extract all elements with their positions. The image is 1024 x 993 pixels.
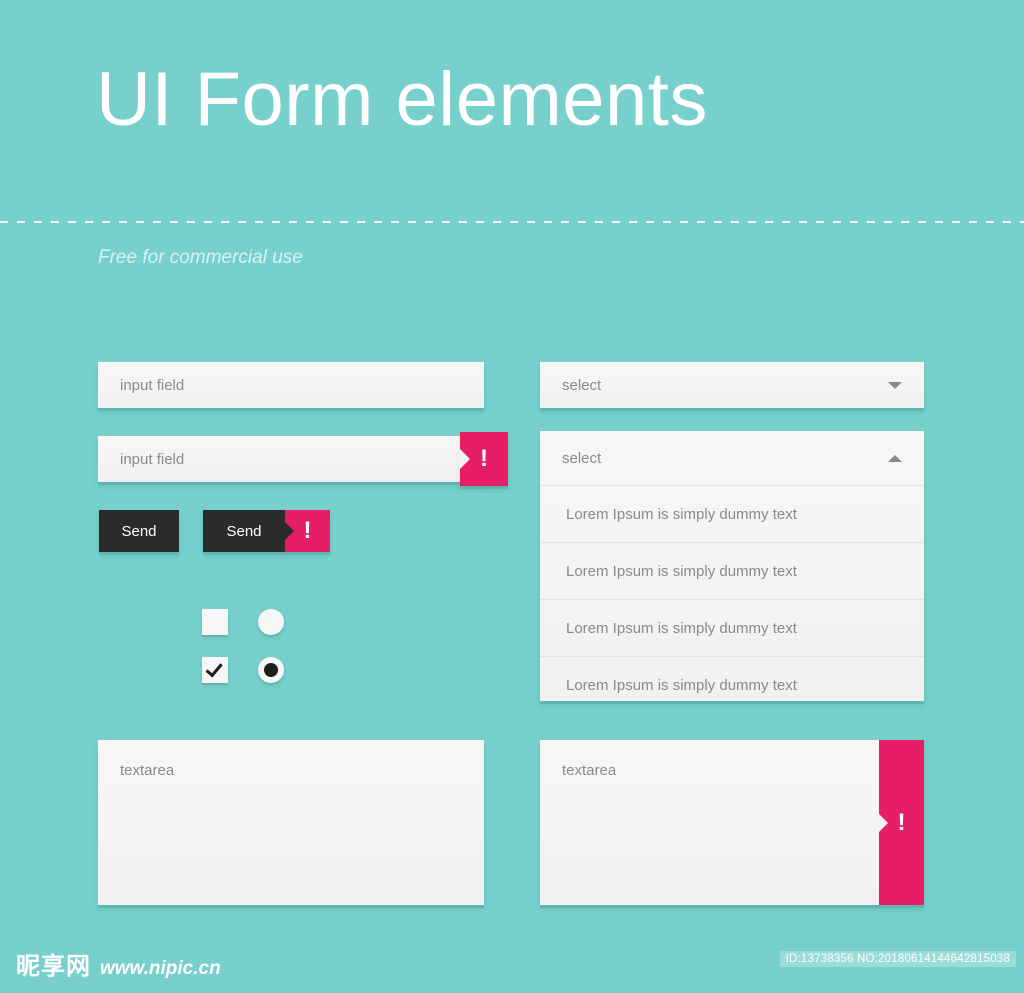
send-button-error[interactable]: Send ! xyxy=(203,510,330,552)
watermark-logo: 昵享网 xyxy=(16,952,91,980)
send-button-error-label: Send xyxy=(226,522,262,540)
select-collapsed[interactable]: select xyxy=(540,362,924,408)
input-field-error[interactable]: input field ! xyxy=(98,432,508,486)
radio-dot-icon xyxy=(264,663,278,677)
error-symbol: ! xyxy=(897,808,906,836)
send-button-label: Send xyxy=(121,522,157,540)
check-icon xyxy=(205,658,223,677)
chevron-up-icon xyxy=(888,454,902,462)
checkbox-checked[interactable] xyxy=(202,657,228,683)
choice-row-checked xyxy=(202,656,284,684)
choice-row-unchecked xyxy=(202,608,284,636)
error-symbol: ! xyxy=(480,445,488,472)
textarea-normal[interactable]: textarea xyxy=(98,740,484,905)
select-expanded: select Lorem Ipsum is simply dummy text … xyxy=(540,431,924,701)
header-divider xyxy=(0,221,1024,223)
select-option-3[interactable]: Lorem Ipsum is simply dummy text xyxy=(540,599,924,656)
textarea-normal-value: textarea xyxy=(120,762,175,779)
radio-checked[interactable] xyxy=(258,657,284,683)
choice-controls-group xyxy=(202,608,284,704)
select-expanded-trigger[interactable]: select xyxy=(540,431,924,485)
error-notch xyxy=(878,812,888,833)
textarea-error[interactable]: textarea ! xyxy=(540,740,924,905)
error-exclamation-icon: ! xyxy=(284,510,330,552)
page-title: UI Form elements xyxy=(96,57,708,142)
input-field-normal[interactable]: input field xyxy=(98,362,484,408)
watermark-url: www.nipic.cn xyxy=(100,958,221,979)
select-collapsed-label: select xyxy=(562,376,602,394)
select-option-4[interactable]: Lorem Ipsum is simply dummy text xyxy=(540,656,924,713)
chevron-down-icon xyxy=(888,381,902,389)
error-notch xyxy=(459,448,470,470)
send-button[interactable]: Send xyxy=(99,510,179,552)
error-exclamation-icon: ! xyxy=(878,740,924,905)
error-exclamation-icon: ! xyxy=(459,432,508,486)
input-field-error-value: input field xyxy=(120,450,185,468)
input-field-normal-value: input field xyxy=(120,376,185,394)
select-expanded-label: select xyxy=(562,449,602,467)
select-option-2[interactable]: Lorem Ipsum is simply dummy text xyxy=(540,542,924,599)
radio-unchecked[interactable] xyxy=(258,609,284,635)
watermark-id-badge: ID:13738356 NO:20180614144642815038 xyxy=(779,951,1016,967)
error-notch xyxy=(284,521,294,541)
page-subtitle: Free for commercial use xyxy=(98,247,303,268)
textarea-error-value: textarea xyxy=(562,762,617,779)
checkbox-unchecked[interactable] xyxy=(202,609,228,635)
select-option-1[interactable]: Lorem Ipsum is simply dummy text xyxy=(540,485,924,542)
watermark: 昵享网 www.nipic.cn xyxy=(16,946,221,981)
error-symbol: ! xyxy=(303,517,312,544)
